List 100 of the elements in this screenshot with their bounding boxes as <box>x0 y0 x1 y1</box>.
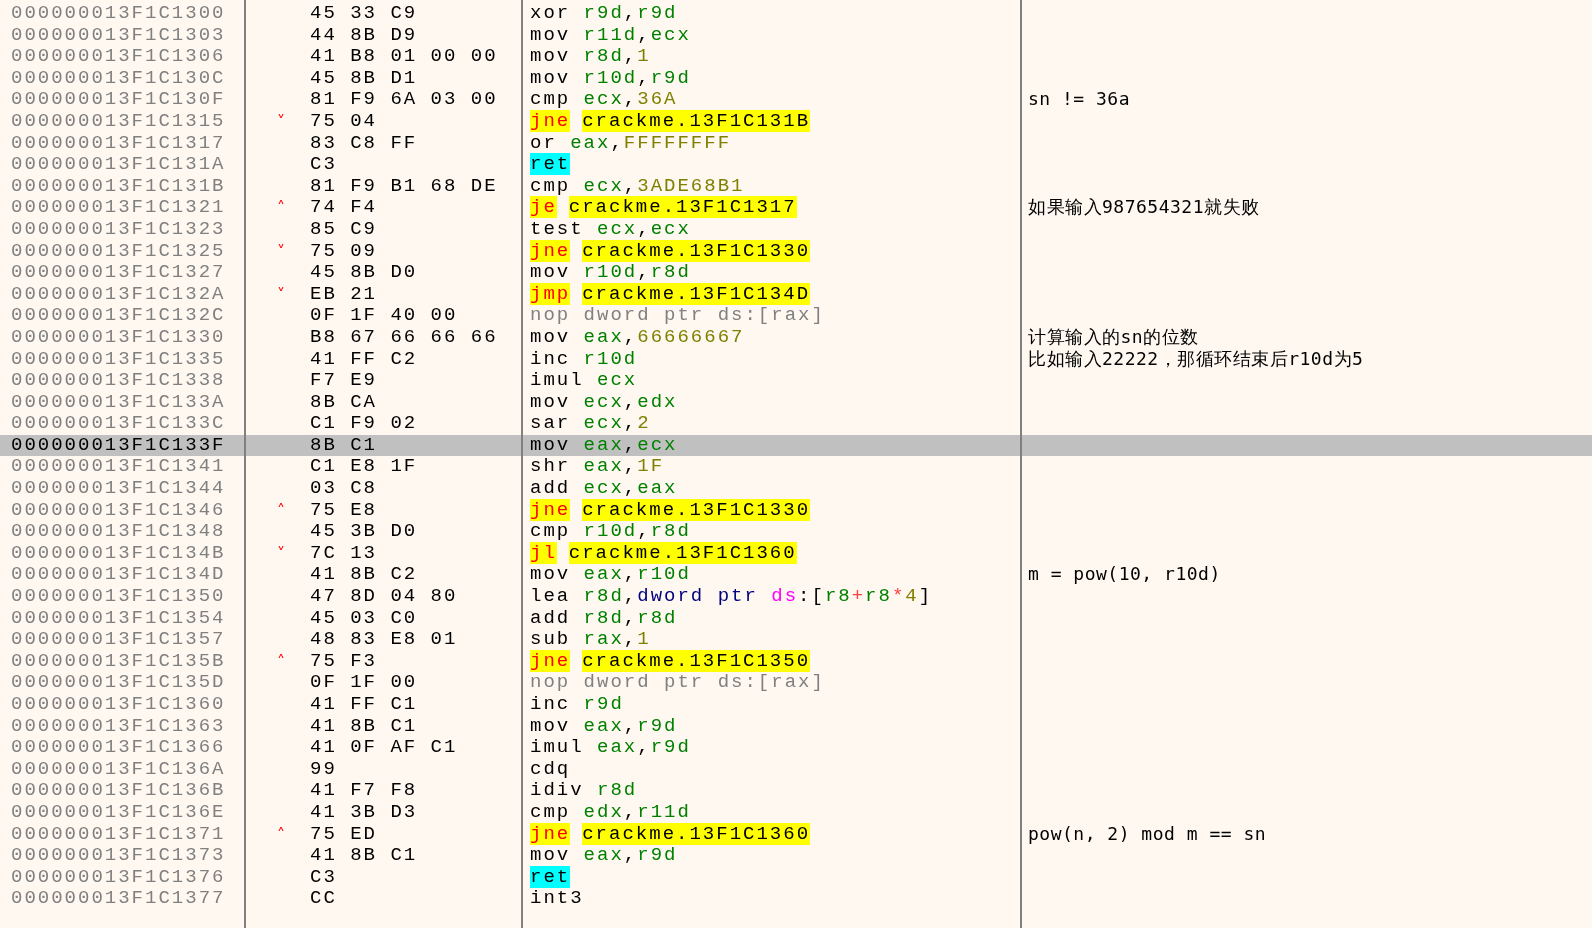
opcode-bytes: 03 C8 <box>310 478 377 500</box>
opcode-bytes: 8B CA <box>310 391 377 414</box>
opcode-bytes: 41 B8 01 00 00 <box>310 46 498 68</box>
address-text: 000000013F1C130F <box>11 88 226 111</box>
jump-arrow: ˅ <box>277 283 285 306</box>
opcode-bytes: C1 E8 1F <box>310 456 418 479</box>
address-text: 000000013F1C1338 <box>11 369 226 392</box>
address-text: 000000013F1C131B <box>11 174 226 197</box>
instruction-text: idiv r8d <box>530 779 638 802</box>
address-text: 000000013F1C1317 <box>11 131 226 154</box>
jump-arrow: ˅ <box>277 110 285 133</box>
instruction-text: or eax,FFFFFFFF <box>530 131 732 154</box>
opcode-bytes: B8 67 66 66 66 <box>310 326 498 349</box>
address-text: 000000013F1C136B <box>11 779 226 802</box>
address-text: 000000013F1C1330 <box>11 325 226 348</box>
opcode-bytes: 45 33 C9 <box>310 3 418 25</box>
instruction-text: mov r8d,1 <box>530 45 651 68</box>
opcode-bytes: 45 8B D0 <box>310 262 418 284</box>
comment-text: 比如输入22222，那循环结束后r10d为5 <box>1028 347 1364 369</box>
instruction-text: mov eax,r9d <box>530 844 678 867</box>
instruction-text: jne crackme.13F1C1350 <box>530 649 811 672</box>
opcode-bytes: CC <box>310 888 337 910</box>
comment-text: pow(n, 2) mod m == sn <box>1028 822 1267 844</box>
instruction-text: jne crackme.13F1C1360 <box>530 822 811 845</box>
opcode-bytes: 41 F7 F8 <box>310 780 418 802</box>
address-text: 000000013F1C1323 <box>11 217 226 240</box>
instruction-text: cmp edx,r11d <box>530 800 691 823</box>
opcode-bytes: 0F 1F 40 00 <box>310 305 458 327</box>
address-text: 000000013F1C134D <box>11 563 226 586</box>
jump-arrow: ˄ <box>277 197 285 219</box>
instruction-text: jmp crackme.13F1C134D <box>530 282 811 305</box>
comment-text: 如果输入987654321就失败 <box>1028 196 1260 218</box>
instruction-text: cmp ecx,3ADE68B1 <box>530 174 745 197</box>
address-text: 000000013F1C1371 <box>11 822 226 845</box>
opcode-bytes: 74 F4 <box>310 197 377 219</box>
address-text: 000000013F1C1366 <box>11 736 226 759</box>
instruction-text: mov eax,r9d <box>530 714 678 737</box>
opcode-bytes: C3 <box>310 154 337 176</box>
instruction-text: cmp r10d,r8d <box>530 520 691 543</box>
address-text: 000000013F1C1344 <box>11 477 226 500</box>
opcode-bytes: 41 0F AF C1 <box>310 737 458 759</box>
opcode-bytes: 41 8B C1 <box>310 715 418 738</box>
opcode-bytes: 75 ED <box>310 823 377 846</box>
opcode-bytes: 48 83 E8 01 <box>310 629 458 651</box>
opcode-bytes: 45 8B D1 <box>310 67 418 90</box>
address-text: 000000013F1C131A <box>11 153 226 176</box>
instruction-text: jne crackme.13F1C1330 <box>530 498 811 521</box>
instruction-text: shr eax,1F <box>530 455 665 478</box>
address-text: 000000013F1C130C <box>11 66 226 89</box>
address-text: 000000013F1C136A <box>11 757 226 780</box>
opcode-bytes: 41 8B C2 <box>310 564 418 587</box>
address-text: 000000013F1C1360 <box>11 693 226 715</box>
address-text: 000000013F1C1354 <box>11 606 226 629</box>
opcode-bytes: 45 3B D0 <box>310 521 418 543</box>
address-text: 000000013F1C1350 <box>11 585 226 608</box>
instruction-text: jne crackme.13F1C131B <box>530 109 811 132</box>
instruction-text: mov eax,ecx <box>530 433 678 456</box>
address-text: 000000013F1C135D <box>11 671 226 694</box>
opcode-bytes: 41 FF C1 <box>310 694 418 716</box>
address-text: 000000013F1C1377 <box>11 887 226 910</box>
instruction-text: test ecx,ecx <box>530 217 691 240</box>
instruction-text: nop dword ptr ds:[rax] <box>530 304 825 327</box>
instruction-text: add ecx,eax <box>530 477 678 500</box>
instruction-text: imul eax,r9d <box>530 736 691 759</box>
address-text: 000000013F1C1306 <box>11 45 226 68</box>
opcode-bytes: 75 F3 <box>310 650 377 673</box>
address-text: 000000013F1C135B <box>11 649 226 672</box>
instruction-text: mov eax,r10d <box>530 563 691 586</box>
opcode-bytes: 83 C8 FF <box>310 132 418 155</box>
address-text: 000000013F1C133A <box>11 390 226 413</box>
opcode-bytes: F7 E9 <box>310 370 377 392</box>
opcode-bytes: C1 F9 02 <box>310 413 418 435</box>
comment-text: m = pow(10, r10d) <box>1028 563 1221 585</box>
instruction-text: mov r11d,ecx <box>530 23 691 46</box>
opcode-bytes: 41 3B D3 <box>310 801 418 824</box>
instruction-text: je crackme.13F1C1317 <box>530 196 797 219</box>
instruction-text: add r8d,r8d <box>530 606 678 629</box>
address-text: 000000013F1C1373 <box>11 844 226 867</box>
opcode-bytes: C3 <box>310 866 337 889</box>
opcode-bytes: EB 21 <box>310 283 377 306</box>
instruction-text: jl crackme.13F1C1360 <box>530 541 797 564</box>
address-text: 000000013F1C1341 <box>11 455 226 478</box>
instruction-text: imul ecx <box>530 369 638 392</box>
instruction-text: ret <box>530 865 571 888</box>
address-text: 000000013F1C1363 <box>11 714 226 737</box>
address-text: 000000013F1C1357 <box>11 628 226 651</box>
instruction-text: nop dword ptr ds:[rax] <box>530 671 825 694</box>
comment-text: 计算输入的sn的位数 <box>1028 325 1199 347</box>
instruction-text: sub rax,1 <box>530 628 651 651</box>
opcode-bytes: 75 E8 <box>310 499 377 522</box>
address-text: 000000013F1C1321 <box>11 196 226 219</box>
address-text: 000000013F1C1335 <box>11 347 226 370</box>
address-text: 000000013F1C133F <box>11 433 226 456</box>
instruction-text: mov ecx,edx <box>530 390 678 413</box>
instruction-text: cmp ecx,36A <box>530 88 678 111</box>
address-text: 000000013F1C132C <box>11 304 226 327</box>
opcode-bytes: 81 F9 B1 68 DE <box>310 175 498 198</box>
opcode-bytes: 0F 1F 00 <box>310 672 418 694</box>
opcode-bytes: 41 8B C1 <box>310 845 418 867</box>
opcode-bytes: 75 04 <box>310 110 377 133</box>
